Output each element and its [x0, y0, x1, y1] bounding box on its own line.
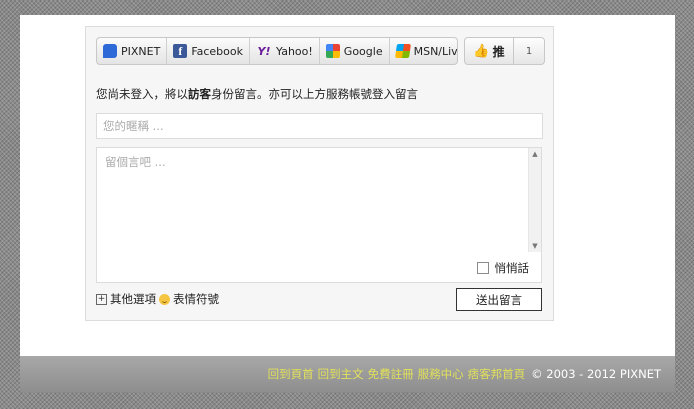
options-row: + 其他選項 表情符號	[96, 291, 219, 307]
message-textarea[interactable]	[97, 148, 531, 260]
message-scrollbar[interactable]: ▲ ▼	[528, 148, 541, 252]
google-icon	[325, 44, 340, 58]
guest-notice-prefix: 您尚未登入，將以	[96, 87, 188, 101]
like-widget: 👍 推 1	[464, 37, 545, 65]
footer-link-service[interactable]: 服務中心	[418, 366, 464, 382]
login-google-button[interactable]: Google	[320, 38, 390, 64]
thumbs-up-icon: 👍	[473, 43, 490, 59]
footer-link-top[interactable]: 回到頁首	[268, 366, 314, 382]
login-pixnet-label: PIXNET	[121, 44, 161, 58]
login-facebook-label: Facebook	[191, 44, 243, 58]
login-pixnet-button[interactable]: PIXNET	[97, 38, 168, 64]
footer-link-main[interactable]: 回到主文	[318, 366, 364, 382]
footer-link-home[interactable]: 痞客邦首頁	[468, 366, 526, 382]
footer-link-register[interactable]: 免費註冊	[368, 366, 414, 382]
expand-plus-icon[interactable]: +	[96, 293, 107, 305]
secret-option: 悄悄話	[476, 260, 530, 276]
login-msn-label: MSN/Live	[413, 44, 458, 58]
like-label: 推	[492, 44, 505, 59]
guest-notice-bold: 訪客	[188, 87, 211, 101]
secret-label: 悄悄話	[494, 261, 530, 275]
scroll-down-arrow-icon[interactable]: ▼	[529, 240, 541, 252]
guest-notice-suffix: 身份留言。亦可以上方服務帳號登入留言	[211, 87, 418, 101]
nickname-input[interactable]	[96, 113, 543, 139]
login-services-bar: PIXNET f Facebook Y! Yahoo! Google MSN/L…	[96, 37, 458, 65]
login-yahoo-button[interactable]: Y! Yahoo!	[250, 38, 320, 64]
login-facebook-button[interactable]: f Facebook	[167, 38, 250, 64]
msn-icon	[394, 44, 411, 58]
pixnet-icon	[103, 44, 117, 58]
like-button[interactable]: 👍 推	[465, 38, 514, 64]
more-options-link[interactable]: 其他選項	[110, 291, 156, 307]
login-google-label: Google	[343, 44, 383, 58]
smiley-icon[interactable]	[159, 293, 170, 305]
emoticons-link[interactable]: 表情符號	[173, 291, 219, 307]
footer-copyright: © 2003 - 2012 PIXNET	[531, 367, 661, 381]
facebook-icon: f	[173, 44, 188, 58]
secret-checkbox[interactable]	[476, 262, 489, 274]
submit-comment-button[interactable]: 送出留言	[456, 288, 542, 311]
page: PIXNET f Facebook Y! Yahoo! Google MSN/L…	[20, 15, 675, 392]
login-yahoo-label: Yahoo!	[276, 44, 313, 58]
guest-notice: 您尚未登入，將以訪客身份留言。亦可以上方服務帳號登入留言	[96, 86, 418, 102]
scroll-up-arrow-icon[interactable]: ▲	[529, 148, 541, 160]
footer: 回到頁首 回到主文 免費註冊 服務中心 痞客邦首頁 © 2003 - 2012 …	[20, 356, 675, 392]
message-box: ▲ ▼ 悄悄話	[96, 147, 542, 283]
comment-panel: PIXNET f Facebook Y! Yahoo! Google MSN/L…	[85, 26, 554, 321]
like-count: 1	[525, 45, 533, 57]
yahoo-icon: Y!	[257, 44, 271, 58]
login-msn-button[interactable]: MSN/Live	[390, 38, 458, 64]
